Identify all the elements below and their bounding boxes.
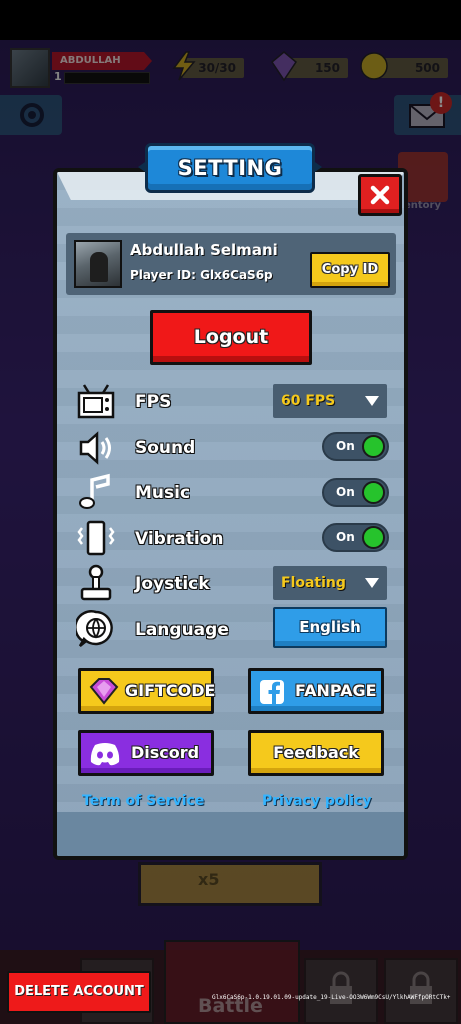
- gift-gem-icon: [89, 678, 119, 705]
- vibration-icon: [77, 520, 115, 556]
- player-id: Player ID: Glx6CaS6p: [130, 268, 273, 282]
- vibration-toggle[interactable]: On: [322, 523, 389, 552]
- toggle-knob: [362, 526, 385, 549]
- facebook-icon: [260, 680, 284, 704]
- dialog-title: SETTING: [177, 156, 283, 180]
- close-icon: [370, 185, 390, 205]
- build-info: Glx6CaS6p-1.0.19.01.09-update_19-Live-OO…: [212, 994, 451, 1001]
- music-toggle[interactable]: On: [322, 478, 389, 507]
- profile-name: Abdullah Selmani: [130, 241, 278, 259]
- chevron-down-icon: [365, 578, 379, 588]
- music-toggle-value: On: [336, 485, 355, 499]
- delete-account-button[interactable]: DELETE ACCOUNT: [7, 971, 151, 1013]
- fps-label: FPS: [135, 392, 172, 412]
- logout-button[interactable]: Logout: [150, 310, 312, 365]
- language-button[interactable]: English: [273, 607, 387, 648]
- privacy-policy-link[interactable]: Privacy policy: [262, 793, 372, 809]
- giftcode-label: GIFTCODE: [125, 681, 216, 700]
- discord-icon: [90, 743, 120, 766]
- dialog-title-banner: SETTING: [145, 143, 315, 193]
- speaker-icon: [79, 431, 111, 465]
- copy-id-button[interactable]: Copy ID: [310, 252, 390, 288]
- feedback-button[interactable]: Feedback: [248, 730, 384, 776]
- joystick-dropdown[interactable]: Floating: [273, 566, 387, 600]
- music-note-icon: [79, 473, 110, 509]
- toggle-knob: [362, 435, 385, 458]
- joystick-icon: [80, 564, 112, 601]
- toggle-knob: [362, 481, 385, 504]
- terms-of-service-link[interactable]: Term of Service: [82, 793, 204, 809]
- music-label: Music: [135, 483, 191, 503]
- tv-icon: [77, 384, 115, 419]
- joystick-value: Floating: [281, 575, 346, 591]
- vibration-label: Vibration: [135, 529, 224, 549]
- fps-value: 60 FPS: [281, 393, 336, 409]
- joystick-label: Joystick: [135, 574, 210, 594]
- giftcode-button[interactable]: GIFTCODE: [78, 668, 216, 714]
- fanpage-label: FANPAGE: [295, 681, 377, 700]
- fps-dropdown[interactable]: 60 FPS: [273, 384, 387, 418]
- sound-label: Sound: [135, 438, 196, 458]
- vibration-toggle-value: On: [336, 530, 355, 544]
- discord-button[interactable]: Discord: [78, 730, 214, 776]
- chevron-down-icon: [365, 396, 379, 406]
- sound-toggle[interactable]: On: [322, 432, 389, 461]
- globe-icon: [76, 610, 113, 647]
- language-label: Language: [135, 620, 229, 640]
- fanpage-button[interactable]: FANPAGE: [248, 668, 384, 714]
- status-bar: [0, 0, 461, 40]
- avatar: [74, 240, 122, 288]
- sound-toggle-value: On: [336, 439, 355, 453]
- discord-label: Discord: [131, 743, 200, 762]
- close-button[interactable]: [358, 174, 402, 216]
- dialog-footer: [57, 812, 404, 856]
